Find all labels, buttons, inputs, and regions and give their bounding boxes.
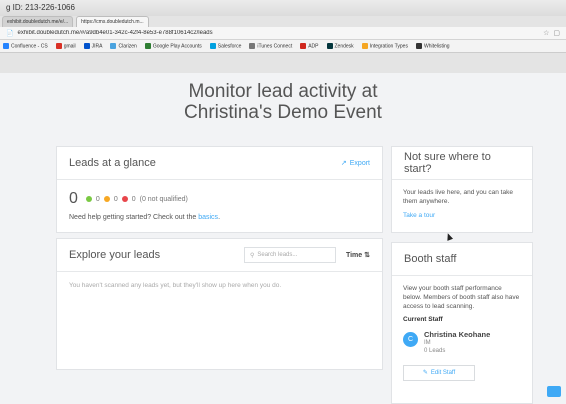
green-dot-icon: [85, 196, 92, 202]
bookmark-integration-types[interactable]: Integration Types: [361, 42, 408, 49]
total-leads: 0: [69, 190, 78, 207]
bookmark-jira[interactable]: JIRA: [83, 42, 102, 49]
search-icon: ⚲: [249, 252, 255, 259]
bookmark-salesforce[interactable]: Salesforce: [209, 42, 241, 49]
staff-member: C Christina Keohane IM 0 Leads: [403, 330, 521, 355]
clarizen-icon: [110, 42, 117, 49]
explore-header: Explore your leads ⚲ Search leads... Tim…: [57, 239, 382, 272]
tips-body: Your leads live here, and you can take t…: [392, 180, 532, 228]
edit-staff-button[interactable]: ✎ Edit Staff: [403, 365, 475, 381]
empty-leads-message: You haven't scanned any leads yet, but t…: [69, 282, 282, 289]
extension-icon[interactable]: ▢: [553, 29, 560, 37]
edit-icon: ✎: [422, 369, 428, 376]
window-title: g ID: 213-226-1066: [0, 0, 566, 16]
search-placeholder: Search leads...: [257, 252, 298, 258]
tips-header: Not sure where to start?: [392, 147, 532, 180]
take-a-tour-link[interactable]: Take a tour: [403, 211, 521, 220]
staff-name: Christina Keohane: [424, 330, 491, 339]
bookmark-adp[interactable]: ADP: [300, 42, 319, 49]
page-title: Monitor lead activity at Christina's Dem…: [0, 81, 566, 123]
export-button[interactable]: ↗ Export: [340, 159, 370, 168]
itunes-icon: [249, 42, 256, 49]
page-title-line-1: Monitor lead activity at: [188, 81, 378, 102]
confluence-icon: [3, 42, 9, 49]
staff-leads: 0 Leads: [424, 348, 446, 354]
google-play-icon: [144, 42, 151, 49]
glance-title: Leads at a glance: [69, 157, 156, 169]
jira-icon: [83, 42, 90, 49]
export-label: Export: [349, 159, 370, 167]
bookmark-confluence[interactable]: Confluence - CS: [3, 42, 48, 49]
avatar: C: [403, 332, 418, 347]
page-icon: 📄: [6, 30, 14, 37]
sort-time-button[interactable]: Time ⇅: [346, 251, 370, 259]
star-icon[interactable]: ☆: [543, 29, 549, 37]
bookmark-itunes[interactable]: iTunes Connect: [249, 42, 292, 49]
current-staff-label: Current Staff: [403, 316, 443, 323]
leads-at-a-glance-card: Leads at a glance ↗ Export 0 0 0 0 (0 no…: [56, 146, 383, 233]
bookmarks-bar: Confluence - CS gmail JIRA Clarizen Goog…: [0, 40, 566, 53]
bookmark-clarizen[interactable]: Clarizen: [110, 42, 137, 49]
explore-leads-card: Explore your leads ⚲ Search leads... Tim…: [56, 238, 383, 370]
tips-text: Your leads live here, and you can take t…: [403, 189, 513, 205]
booth-header: Booth staff: [392, 243, 532, 276]
booth-title: Booth staff: [404, 253, 457, 265]
orange-count: 0: [113, 195, 118, 203]
glance-header: Leads at a glance ↗ Export: [57, 147, 382, 180]
booth-body: View your booth staff performance below.…: [392, 276, 532, 389]
staff-role: IM: [424, 340, 431, 346]
integration-icon: [361, 42, 368, 49]
help-text: Need help getting started? Check out the…: [69, 214, 221, 221]
whitelisting-icon: [415, 42, 422, 49]
salesforce-icon: [209, 42, 216, 49]
getting-started-card: Not sure where to start? Your leads live…: [391, 146, 533, 233]
chat-icon[interactable]: [547, 386, 561, 397]
search-input[interactable]: ⚲ Search leads...: [243, 247, 336, 263]
adp-icon: [300, 42, 307, 49]
edit-staff-label: Edit Staff: [430, 369, 456, 376]
red-dot-icon: [121, 196, 128, 202]
bookmark-whitelisting[interactable]: Whitelisting: [415, 42, 450, 49]
address-bar[interactable]: 📄 exhibit.doubledutch.me/#/a9db4e01-342c…: [0, 27, 566, 40]
red-count: 0: [131, 195, 136, 203]
booth-staff-card: Booth staff View your booth staff perfor…: [391, 242, 533, 404]
url-text[interactable]: exhibit.doubledutch.me/#/a9db4e01-342c-4…: [17, 30, 543, 36]
browser-chrome: g ID: 213-226-1066 exhibit.doubledutch.m…: [0, 0, 566, 73]
mouse-cursor-icon: [444, 232, 454, 241]
zendesk-icon: [326, 42, 333, 49]
booth-description: View your booth staff performance below.…: [403, 285, 520, 310]
orange-dot-icon: [103, 196, 110, 202]
bookmark-gmail[interactable]: gmail: [55, 42, 76, 49]
tab-cms[interactable]: https://cms.doubledutch.m...: [76, 16, 149, 27]
tips-title: Not sure where to start?: [404, 151, 491, 175]
bookmark-zendesk[interactable]: Zendesk: [326, 42, 354, 49]
explore-title: Explore your leads: [69, 249, 161, 261]
green-count: 0: [95, 195, 100, 203]
not-qualified-count: (0 not qualified): [139, 195, 188, 203]
basics-link[interactable]: basics: [198, 214, 218, 221]
page-title-line-2: Christina's Demo Event: [184, 102, 382, 123]
gmail-icon: [55, 42, 62, 49]
tab-strip: exhibit.doubledutch.me/e/... https://cms…: [0, 16, 566, 27]
sort-icon: ⇅: [364, 252, 370, 259]
tab-exhibit[interactable]: exhibit.doubledutch.me/e/...: [2, 16, 74, 27]
lead-counts: 0 0 0 0 (0 not qualified): [57, 180, 382, 208]
bookmark-google-play[interactable]: Google Play Accounts: [144, 42, 202, 49]
export-icon: ↗: [340, 160, 347, 167]
